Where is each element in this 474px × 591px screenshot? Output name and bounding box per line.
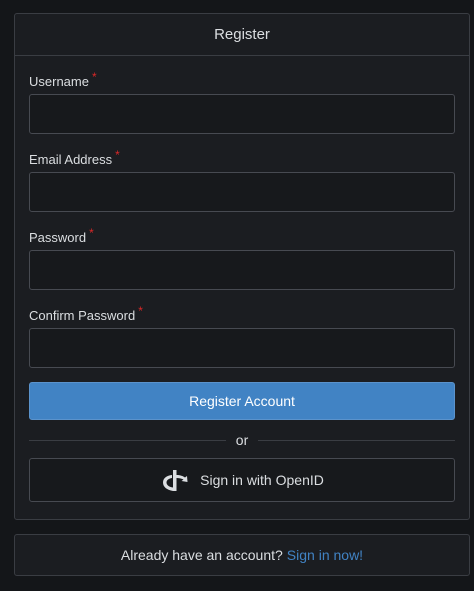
password-label: Password *: [29, 226, 94, 245]
email-input[interactable]: [29, 172, 455, 212]
password-label-text: Password: [29, 230, 87, 245]
email-label: Email Address *: [29, 148, 120, 167]
username-input[interactable]: [29, 94, 455, 134]
signin-card: Already have an account? Sign in now!: [14, 534, 470, 576]
confirm-password-label-text: Confirm Password: [29, 308, 136, 323]
register-title: Register: [214, 26, 270, 43]
confirm-password-label: Confirm Password *: [29, 304, 143, 323]
username-label-text: Username: [29, 74, 89, 89]
email-label-text: Email Address: [29, 152, 113, 167]
username-label: Username *: [29, 70, 97, 89]
divider-text: or: [235, 432, 249, 448]
divider-line-left: [29, 439, 226, 441]
confirm-password-input[interactable]: [29, 328, 455, 368]
divider-line-right: [258, 439, 456, 441]
required-asterisk: *: [138, 304, 143, 318]
or-divider: or: [29, 432, 456, 448]
register-account-label: Register Account: [189, 393, 295, 409]
openid-icon: [160, 467, 190, 493]
openid-signin-button[interactable]: Sign in with OpenID: [29, 458, 455, 502]
register-card: Register Username * Email Address * Passwo…: [14, 13, 470, 520]
openid-signin-label: Sign in with OpenID: [200, 472, 324, 488]
required-asterisk: *: [89, 226, 94, 240]
required-asterisk: *: [115, 148, 120, 162]
register-header: Register: [15, 14, 469, 56]
register-account-button[interactable]: Register Account: [29, 382, 455, 420]
required-asterisk: *: [91, 70, 97, 84]
signin-prompt: Already have an account?: [120, 547, 283, 563]
password-input[interactable]: [29, 250, 455, 290]
sign-in-now-link[interactable]: Sign in now!: [287, 547, 363, 563]
